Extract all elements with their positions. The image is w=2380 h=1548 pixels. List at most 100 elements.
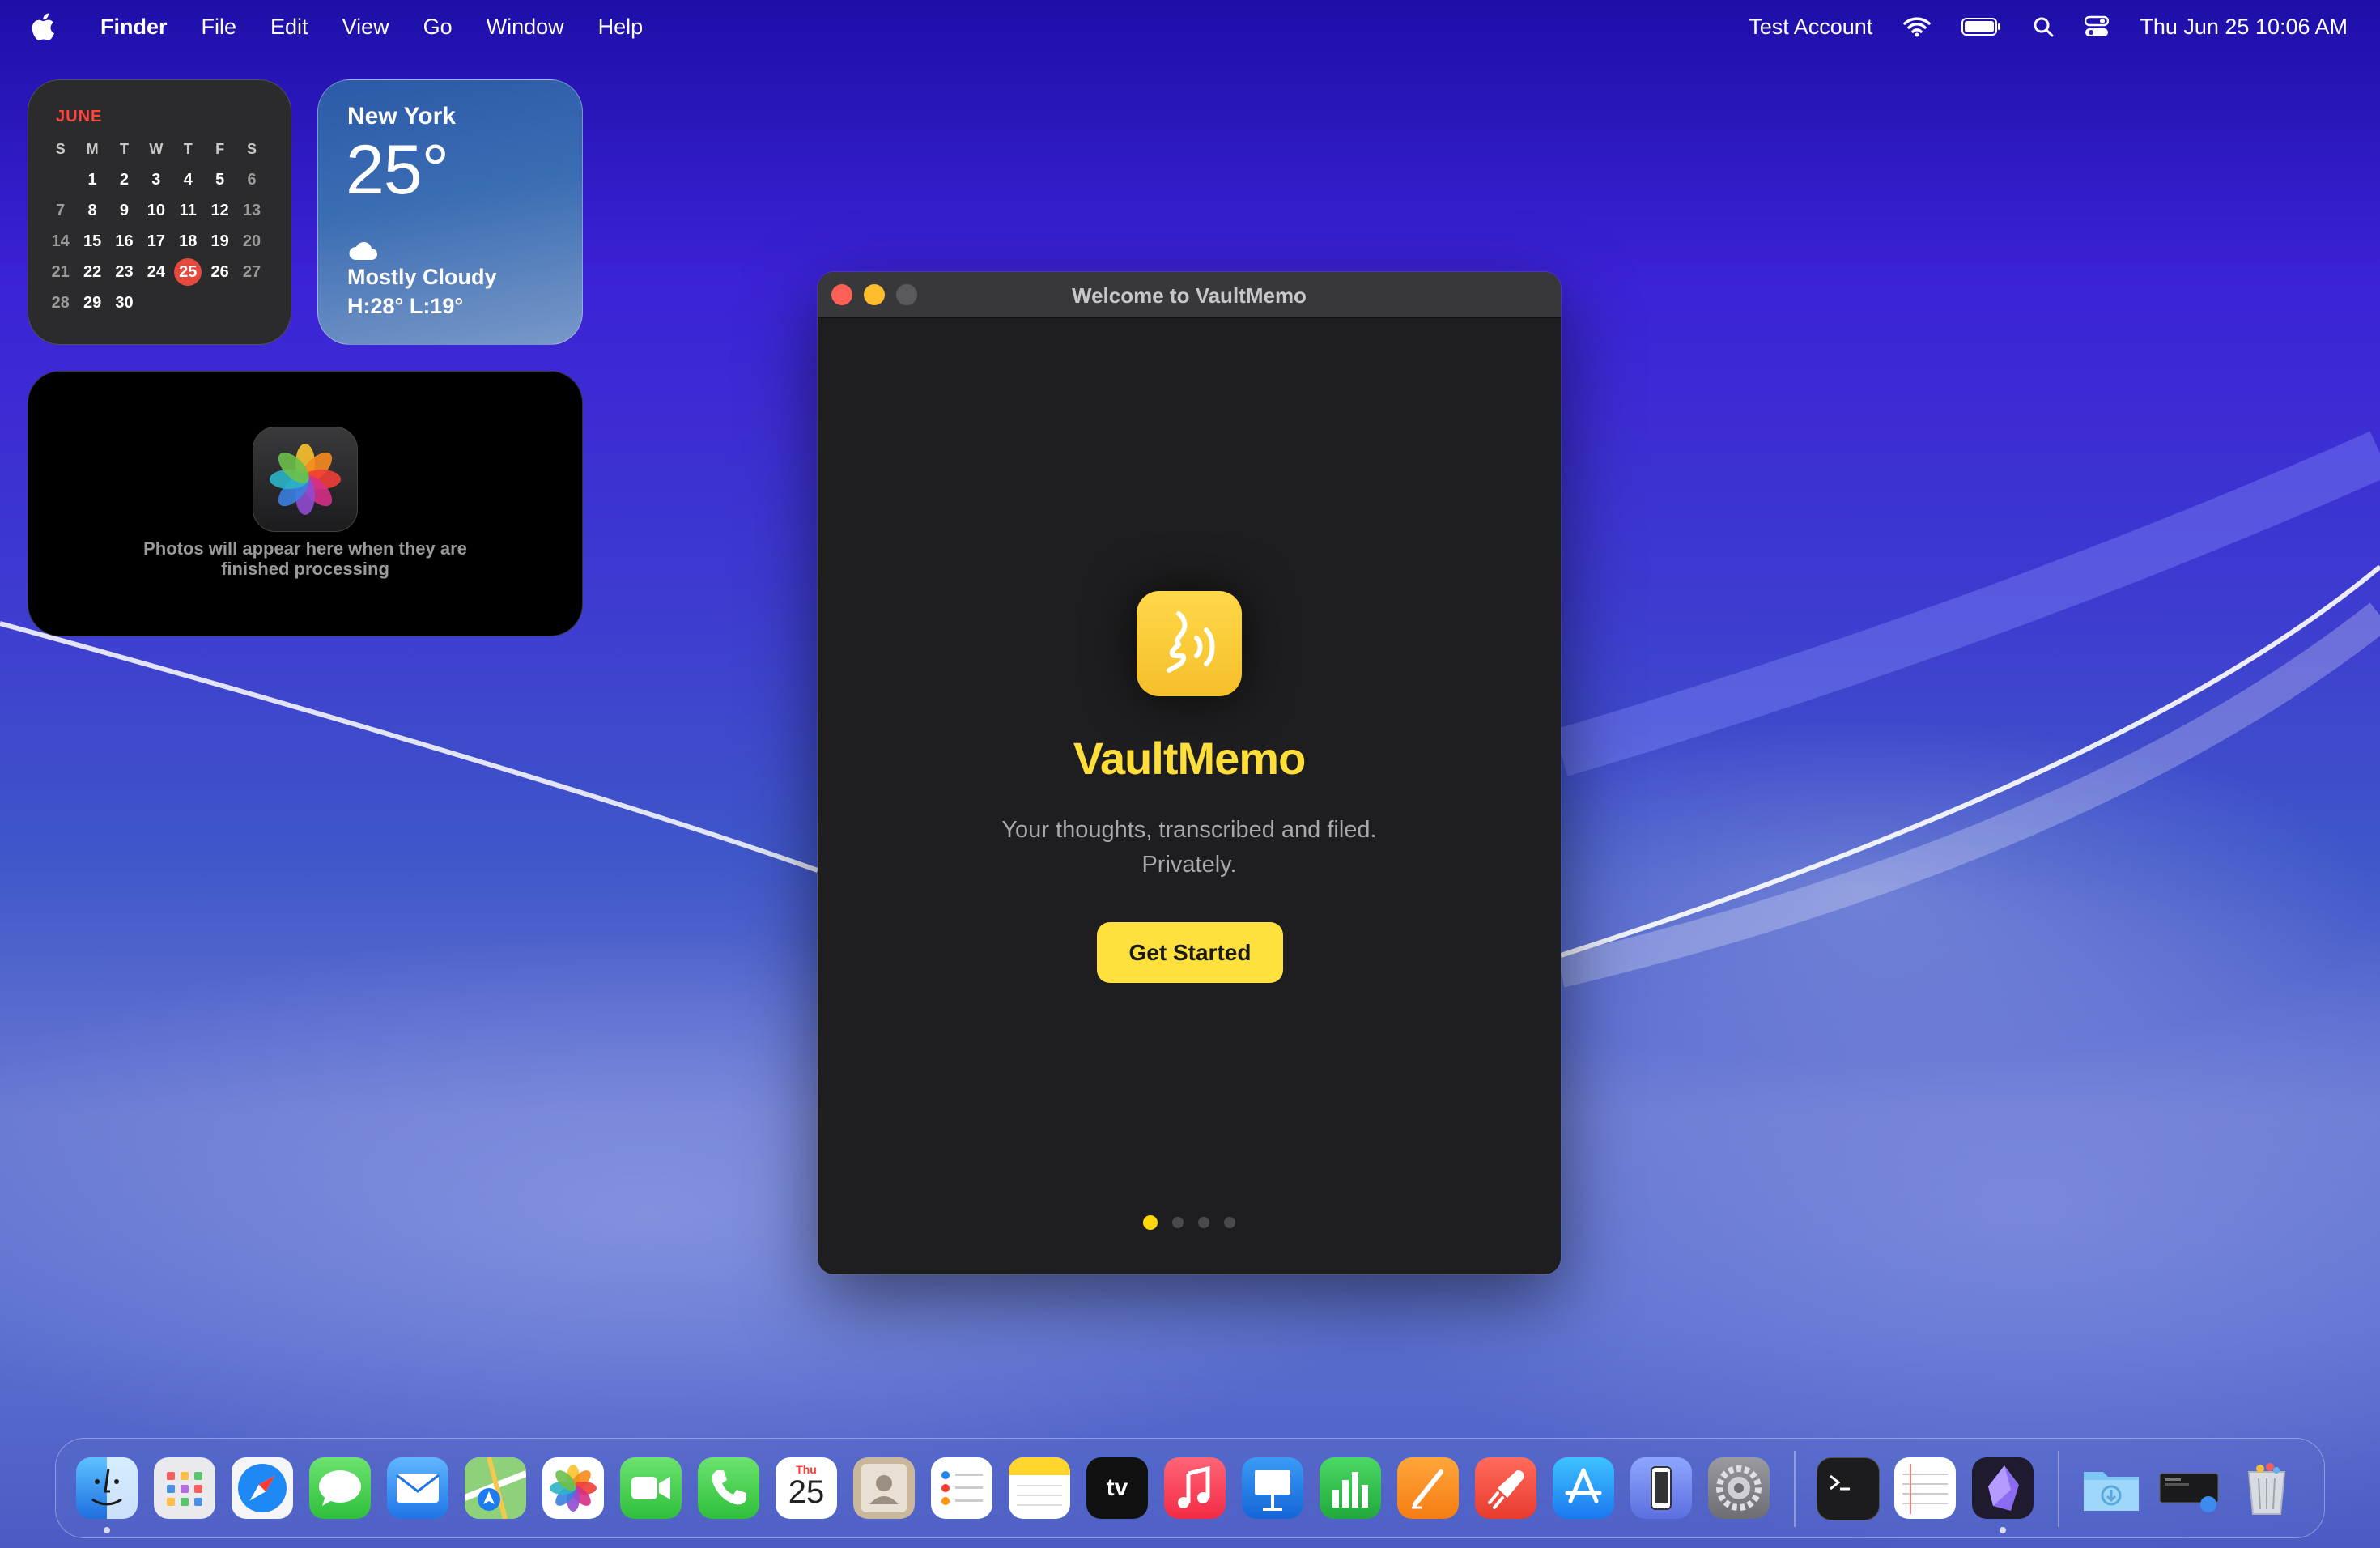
calendar-month: JUNE [56,108,103,125]
page-dot[interactable] [1172,1217,1184,1228]
photos-message-line: finished processing [221,559,389,579]
contacts-icon[interactable] [853,1457,915,1519]
music-icon[interactable] [1164,1457,1226,1519]
weekday-label: S [247,140,257,157]
menu-edit[interactable]: Edit [270,15,308,40]
menubar-clock[interactable]: Thu Jun 25 10:06 AM [2140,15,2348,40]
weekday-label: M [86,140,99,157]
photos-app-icon[interactable] [542,1457,604,1519]
messages-icon[interactable] [309,1457,371,1519]
wifi-icon[interactable] [1903,16,1932,37]
keynote-icon[interactable] [1242,1457,1303,1519]
onboarding-page-indicator [818,1215,1561,1230]
calendar-day: 1 [87,170,97,189]
calendar-day: 3 [151,170,161,189]
calendar-day: 26 [210,262,229,281]
maps-icon[interactable] [465,1457,526,1519]
spotlight-search-icon[interactable] [2033,16,2054,37]
textedit-icon[interactable] [1894,1457,1956,1519]
menu-help[interactable]: Help [598,15,644,40]
system-settings-icon[interactable] [1708,1457,1770,1519]
dock-separator [2058,1451,2059,1527]
reminders-icon[interactable] [931,1457,992,1519]
calendar-day: 29 [83,293,102,312]
running-indicator [2000,1527,2006,1533]
cloud-icon [349,241,377,260]
calendar-day: 30 [115,293,134,312]
calendar-grid: S M T W T F S 1 2 3 4 5 6 7 8 9 10 11 12… [45,134,284,318]
phone-icon[interactable] [698,1457,759,1519]
window-titlebar[interactable]: Welcome to VaultMemo [818,272,1561,318]
menu-view[interactable]: View [342,15,389,40]
calendar-day: 10 [147,201,165,219]
calendar-day: 23 [115,262,134,281]
page-dot-active[interactable] [1143,1215,1158,1230]
notes-icon[interactable] [1009,1457,1070,1519]
calendar-day: 28 [51,293,70,312]
launchpad-icon[interactable] [154,1457,215,1519]
account-name[interactable]: Test Account [1749,15,1872,40]
photos-widget[interactable]: Photos will appear here when they are fi… [28,371,583,636]
calendar-day: 13 [242,201,261,219]
calendar-icon-date: 25 [788,1474,825,1510]
obsidian-icon[interactable] [1972,1457,2034,1519]
calendar-today-number: 25 [174,258,202,286]
tagline-line: Privately. [1141,852,1237,878]
calendar-day: 2 [119,170,130,189]
mail-icon[interactable] [387,1457,448,1519]
downloads-folder-icon[interactable] [2080,1457,2142,1519]
calendar-day: 11 [179,201,197,219]
calendar-day: 21 [51,262,70,281]
menu-window[interactable]: Window [487,15,564,40]
page-dot[interactable] [1198,1217,1209,1228]
simulator-icon[interactable] [1630,1457,1692,1519]
calendar-day: 24 [147,262,165,281]
calendar-day: 16 [115,232,134,250]
weather-temperature: 25° [346,131,449,209]
calendar-day: 5 [215,170,225,189]
running-indicator [104,1527,110,1533]
calendar-day: 8 [87,201,97,219]
page-dot[interactable] [1224,1217,1235,1228]
menu-go[interactable]: Go [423,15,453,40]
battery-icon[interactable] [1961,17,2002,36]
control-center-icon[interactable] [2085,15,2110,38]
facetime-icon[interactable] [620,1457,682,1519]
get-started-button[interactable]: Get Started [1097,922,1283,983]
photos-flower-icon [253,427,358,532]
menu-app-name[interactable]: Finder [100,15,168,40]
tv-label: tv [1106,1474,1128,1501]
calendar-day: 4 [183,170,193,189]
photos-empty-message: Photos will appear here when they are fi… [28,538,582,579]
finder-icon[interactable] [76,1457,138,1519]
calendar-day: 6 [247,170,257,189]
calendar-today: 25 [172,257,204,287]
trash-icon[interactable] [2236,1457,2297,1519]
calendar-widget[interactable]: JUNE S M T W T F S 1 2 3 4 5 6 7 8 9 10 … [28,79,291,345]
app-tagline: Your thoughts, transcribed and filed. Pr… [818,813,1561,882]
weekday-label: S [55,140,66,157]
weekday-label: T [119,140,129,157]
weather-widget[interactable]: New York 25° Mostly Cloudy H:28° L:19° [317,79,583,345]
apple-tv-icon[interactable]: tv [1086,1457,1148,1519]
menu-file[interactable]: File [202,15,237,40]
calendar-day: 12 [210,201,229,219]
calendar-day: 18 [179,232,198,250]
weather-condition: Mostly Cloudy [347,265,497,289]
pages-icon[interactable] [1397,1457,1459,1519]
weather-high-low: H:28° L:19° [347,294,464,318]
terminal-icon[interactable] [1817,1457,1880,1520]
calendar-day: 15 [83,232,102,250]
app-store-icon[interactable] [1553,1457,1614,1519]
weekday-label: W [149,140,164,157]
apple-menu-icon[interactable] [31,13,55,40]
calendar-day: 14 [51,232,70,250]
screen-thumbnail-icon[interactable] [2158,1457,2220,1519]
safari-icon[interactable] [232,1457,293,1519]
calendar-day: 9 [119,201,130,219]
numbers-icon[interactable] [1320,1457,1381,1519]
menu-bar: Finder File Edit View Go Window Help Tes… [0,0,2380,53]
weekday-label: F [215,140,225,157]
calendar-app-icon[interactable]: Thu 25 [776,1457,837,1519]
rocket-app-icon[interactable] [1475,1457,1536,1519]
